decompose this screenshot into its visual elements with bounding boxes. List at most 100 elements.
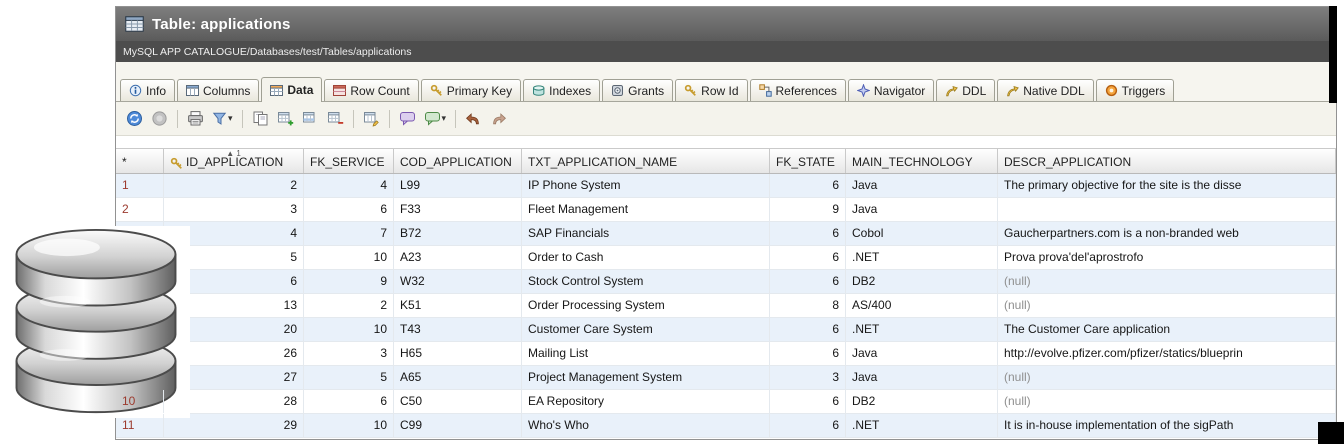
cell-fk_state[interactable]: 6	[770, 318, 846, 341]
row-number[interactable]: 1	[116, 174, 164, 197]
tab-grants[interactable]: Grants	[602, 79, 673, 101]
cell-descr_application[interactable]: Prova prova'del'aprostrofo	[998, 246, 1336, 269]
cell-descr_application[interactable]: (null)	[998, 366, 1336, 389]
column-header-main_technology[interactable]: MAIN_TECHNOLOGY	[846, 149, 998, 173]
cell-fk_state[interactable]: 8	[770, 294, 846, 317]
cell-txt_application_name[interactable]: Order to Cash	[522, 246, 770, 269]
cell-fk_service[interactable]: 3	[304, 342, 394, 365]
cell-descr_application[interactable]: http://evolve.pfizer.com/pfizer/statics/…	[998, 342, 1336, 365]
cell-main_technology[interactable]: DB2	[846, 270, 998, 293]
tab-indexes[interactable]: Indexes	[523, 79, 600, 101]
redo-button[interactable]	[487, 107, 510, 130]
tab-ddl[interactable]: DDL	[936, 79, 995, 101]
cell-fk_service[interactable]: 4	[304, 174, 394, 197]
cell-cod_application[interactable]: B72	[394, 222, 522, 245]
cell-descr_application[interactable]: Gaucherpartners.com is a non-branded web	[998, 222, 1336, 245]
tab-data[interactable]: Data	[261, 77, 322, 102]
cell-txt_application_name[interactable]: Fleet Management	[522, 198, 770, 221]
row-number[interactable]: 10	[116, 390, 164, 413]
cell-txt_application_name[interactable]: Who's Who	[522, 414, 770, 437]
column-header-descr_application[interactable]: DESCR_APPLICATION	[998, 149, 1336, 173]
comment-button[interactable]	[396, 107, 419, 130]
column-header-id_application[interactable]: ID_APPLICATION▲ 1	[164, 149, 304, 173]
cell-txt_application_name[interactable]: Order Processing System	[522, 294, 770, 317]
cell-cod_application[interactable]: W32	[394, 270, 522, 293]
cell-fk_service[interactable]: 10	[304, 318, 394, 341]
cell-fk_state[interactable]: 6	[770, 246, 846, 269]
cell-fk_service[interactable]: 9	[304, 270, 394, 293]
cell-fk_service[interactable]: 2	[304, 294, 394, 317]
cell-fk_service[interactable]: 7	[304, 222, 394, 245]
undo-button[interactable]	[462, 107, 485, 130]
column-header-fk_state[interactable]: FK_STATE	[770, 149, 846, 173]
cell-fk_service[interactable]: 10	[304, 414, 394, 437]
cell-main_technology[interactable]: Java	[846, 174, 998, 197]
cell-txt_application_name[interactable]: EA Repository	[522, 390, 770, 413]
cell-descr_application[interactable]	[998, 198, 1336, 221]
cell-descr_application[interactable]: It is in-house implementation of the sig…	[998, 414, 1336, 437]
comment-options-button[interactable]: ▾	[421, 107, 450, 130]
cell-txt_application_name[interactable]: Project Management System	[522, 366, 770, 389]
cell-main_technology[interactable]: Java	[846, 342, 998, 365]
column-header-fk_service[interactable]: FK_SERVICE	[304, 149, 394, 173]
tab-references[interactable]: References	[750, 79, 846, 101]
cell-fk_service[interactable]: 5	[304, 366, 394, 389]
cell-cod_application[interactable]: K51	[394, 294, 522, 317]
cell-cod_application[interactable]: C99	[394, 414, 522, 437]
column-header-rownum[interactable]: *	[116, 149, 164, 173]
cell-main_technology[interactable]: DB2	[846, 390, 998, 413]
cell-txt_application_name[interactable]: SAP Financials	[522, 222, 770, 245]
cell-main_technology[interactable]: Java	[846, 198, 998, 221]
cell-cod_application[interactable]: T43	[394, 318, 522, 341]
cell-txt_application_name[interactable]: Customer Care System	[522, 318, 770, 341]
cell-descr_application[interactable]: (null)	[998, 270, 1336, 293]
duplicate-row-button[interactable]	[299, 107, 322, 130]
cell-id_application[interactable]: 3	[164, 198, 304, 221]
cell-descr_application[interactable]: (null)	[998, 390, 1336, 413]
cell-cod_application[interactable]: A23	[394, 246, 522, 269]
tab-columns[interactable]: Columns	[177, 79, 259, 101]
cell-cod_application[interactable]: L99	[394, 174, 522, 197]
cell-cod_application[interactable]: A65	[394, 366, 522, 389]
edit-row-button[interactable]	[360, 107, 383, 130]
tab-row-id[interactable]: Row Id	[675, 79, 747, 101]
tab-native-ddl[interactable]: Native DDL	[997, 79, 1093, 101]
cell-main_technology[interactable]: .NET	[846, 246, 998, 269]
column-header-cod_application[interactable]: COD_APPLICATION	[394, 149, 522, 173]
cell-cod_application[interactable]: F33	[394, 198, 522, 221]
row-number[interactable]: 2	[116, 198, 164, 221]
row-number[interactable]: 11	[116, 414, 164, 437]
insert-row-button[interactable]	[274, 107, 297, 130]
tab-info[interactable]: Info	[120, 79, 175, 101]
cell-fk_state[interactable]: 6	[770, 222, 846, 245]
cell-fk_service[interactable]: 10	[304, 246, 394, 269]
cell-descr_application[interactable]: The Customer Care application	[998, 318, 1336, 341]
cell-id_application[interactable]: 2	[164, 174, 304, 197]
cell-txt_application_name[interactable]: Mailing List	[522, 342, 770, 365]
cell-txt_application_name[interactable]: IP Phone System	[522, 174, 770, 197]
cell-txt_application_name[interactable]: Stock Control System	[522, 270, 770, 293]
cell-main_technology[interactable]: AS/400	[846, 294, 998, 317]
tab-navigator[interactable]: Navigator	[848, 79, 934, 101]
cell-descr_application[interactable]: (null)	[998, 294, 1336, 317]
tab-triggers[interactable]: Triggers	[1096, 79, 1175, 101]
tab-primary-key[interactable]: Primary Key	[421, 79, 521, 101]
cell-main_technology[interactable]: .NET	[846, 414, 998, 437]
cell-main_technology[interactable]: Java	[846, 366, 998, 389]
cell-fk_state[interactable]: 9	[770, 198, 846, 221]
cell-main_technology[interactable]: .NET	[846, 318, 998, 341]
cell-fk_state[interactable]: 6	[770, 414, 846, 437]
cell-fk_service[interactable]: 6	[304, 198, 394, 221]
cell-fk_service[interactable]: 6	[304, 390, 394, 413]
reload-button[interactable]	[123, 107, 146, 130]
print-button[interactable]	[184, 107, 207, 130]
cell-fk_state[interactable]: 6	[770, 270, 846, 293]
cell-fk_state[interactable]: 6	[770, 174, 846, 197]
copy-button[interactable]	[249, 107, 272, 130]
delete-row-button[interactable]	[324, 107, 347, 130]
stop-button[interactable]	[148, 107, 171, 130]
cell-cod_application[interactable]: C50	[394, 390, 522, 413]
cell-descr_application[interactable]: The primary objective for the site is th…	[998, 174, 1336, 197]
column-header-txt_application_name[interactable]: TXT_APPLICATION_NAME	[522, 149, 770, 173]
cell-fk_state[interactable]: 3	[770, 366, 846, 389]
